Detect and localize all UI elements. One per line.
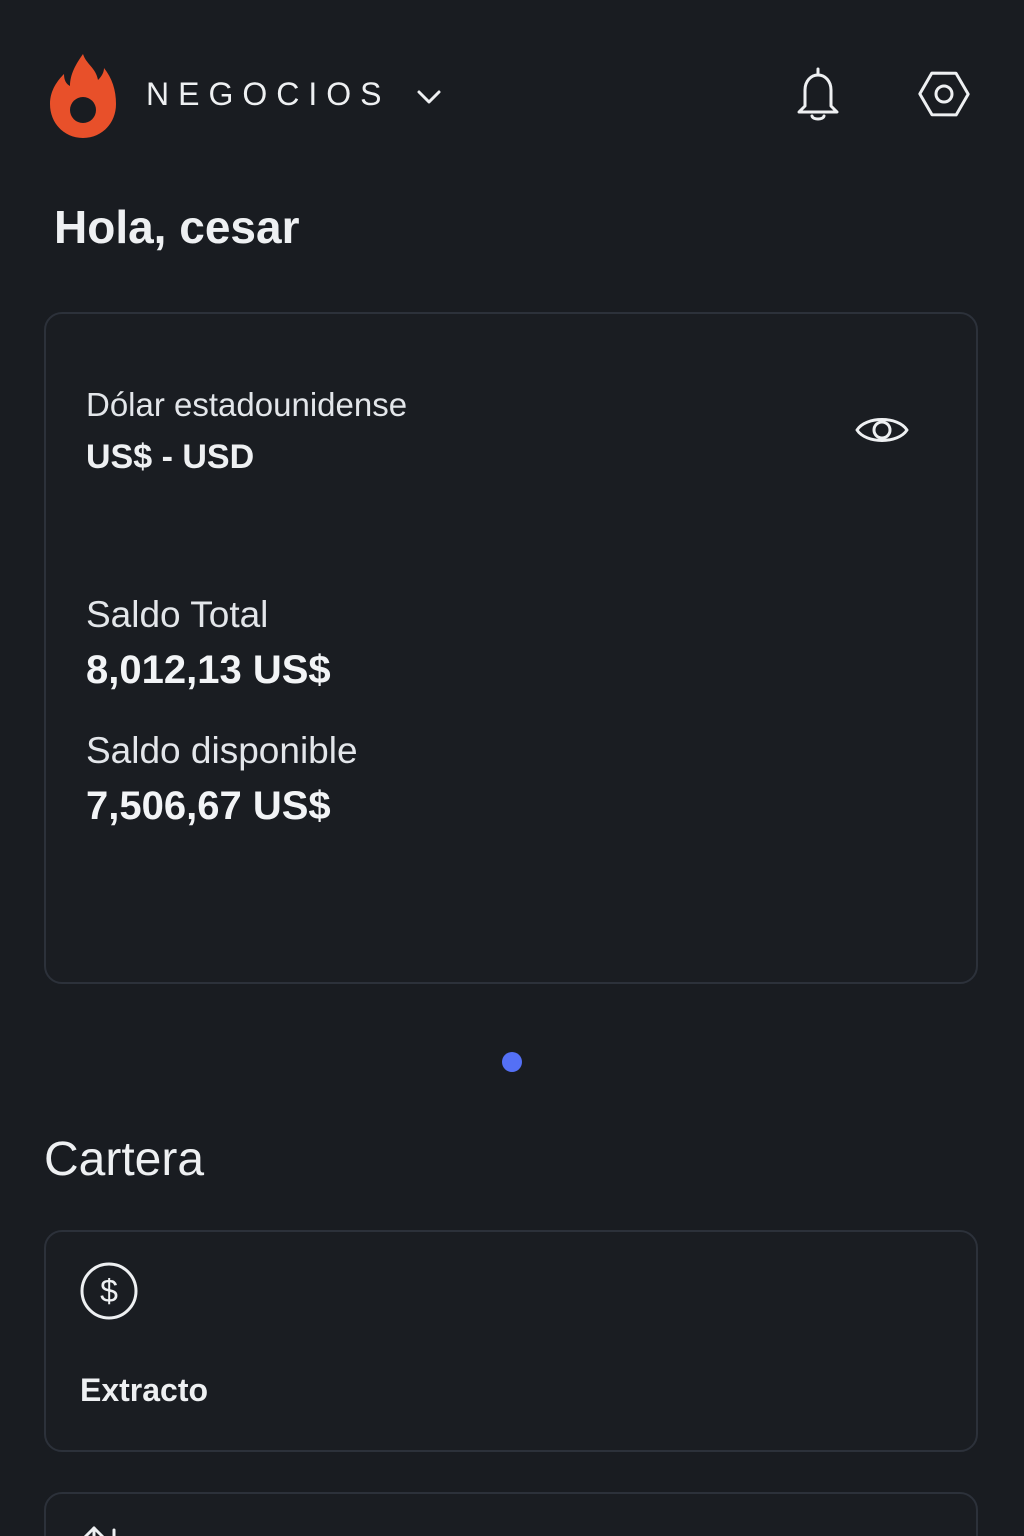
- bell-icon: [797, 67, 839, 121]
- carousel-indicator-active[interactable]: [502, 1052, 522, 1072]
- settings-icon: [918, 71, 970, 117]
- greeting-title: Hola, cesar: [54, 201, 300, 253]
- svg-text:$: $: [100, 1273, 118, 1309]
- transfer-card[interactable]: [44, 1492, 978, 1536]
- balance-card[interactable]: Dólar estadounidense US$ - USD Saldo Tot…: [44, 312, 978, 984]
- toggle-balance-visibility-button[interactable]: [852, 408, 912, 452]
- top-bar: NEGOCIOS: [0, 0, 1024, 190]
- notifications-button[interactable]: [788, 62, 848, 126]
- dollar-circle-icon: $: [80, 1262, 138, 1320]
- page: NEGOCIOS Hola, cesar Dólar estadounidens…: [0, 0, 1024, 1536]
- workspace-label: NEGOCIOS: [146, 76, 391, 112]
- total-balance-value: 8,012,13 US$: [86, 648, 331, 692]
- eye-icon: [855, 418, 909, 442]
- settings-button[interactable]: [914, 62, 974, 126]
- statement-label: Extracto: [80, 1372, 209, 1408]
- currency-code: US$ - USD: [86, 438, 255, 476]
- currency-name: Dólar estadounidense: [86, 386, 408, 423]
- chevron-down-icon: [417, 90, 441, 103]
- available-balance-value: 7,506,67 US$: [86, 784, 331, 828]
- statement-card[interactable]: $ Extracto: [44, 1230, 978, 1452]
- wallet-section-title: Cartera: [44, 1133, 205, 1186]
- available-balance-label: Saldo disponible: [86, 730, 358, 771]
- hotmart-flame-logo: [50, 54, 116, 138]
- workspace-switcher[interactable]: NEGOCIOS: [146, 76, 444, 113]
- total-balance-label: Saldo Total: [86, 594, 269, 635]
- transfer-arrows-icon: [83, 1526, 116, 1536]
